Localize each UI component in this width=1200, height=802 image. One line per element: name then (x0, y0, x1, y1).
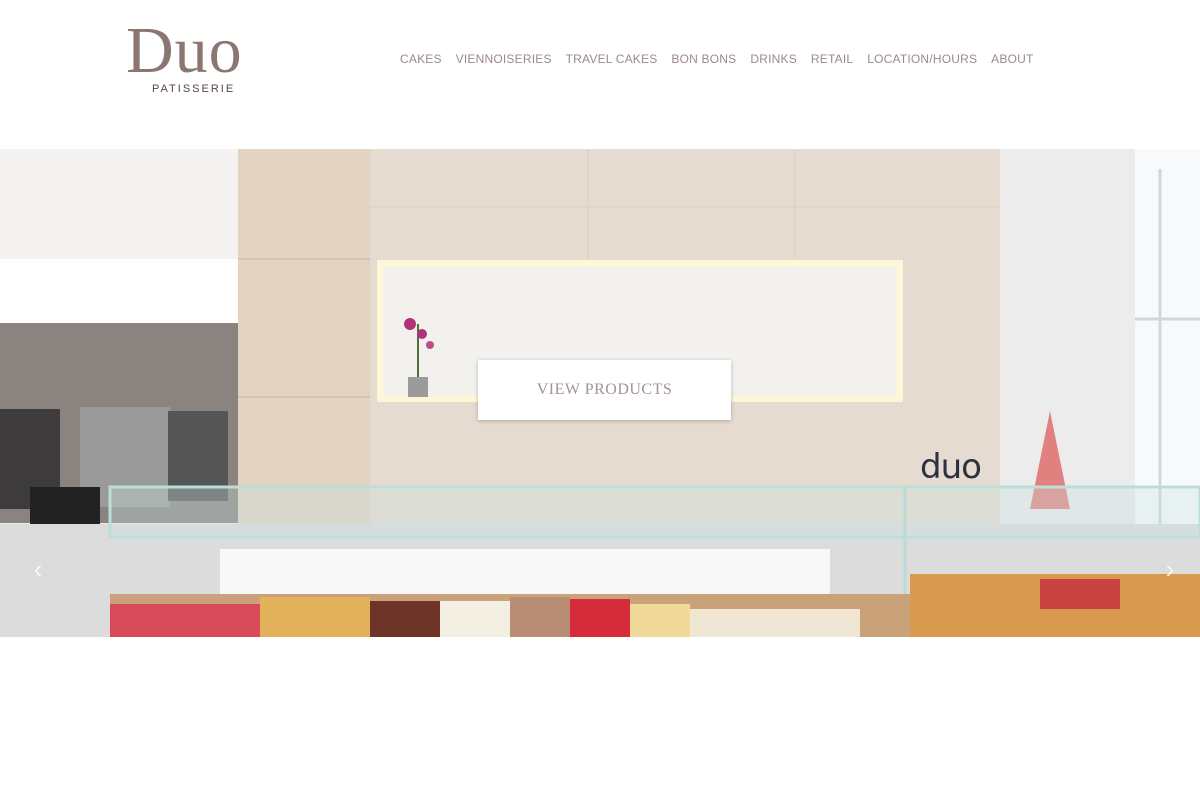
chevron-left-icon[interactable]: ‹ (28, 554, 48, 584)
nav-item-about[interactable]: ABOUT (991, 52, 1033, 66)
nav-item-cakes[interactable]: CAKES (400, 52, 442, 66)
nav-item-bon-bons[interactable]: BON BONS (671, 52, 736, 66)
nav-item-travel-cakes[interactable]: TRAVEL CAKES (566, 52, 658, 66)
logo-wordmark: Duo (126, 14, 243, 87)
chevron-right-icon[interactable]: › (1160, 554, 1180, 584)
nav-item-drinks[interactable]: DRINKS (750, 52, 797, 66)
main-nav: CAKES VIENNOISERIES TRAVEL CAKES BON BON… (400, 52, 1048, 66)
site-header: Duo PATISSERIE CAKES VIENNOISERIES TRAVE… (0, 0, 1200, 148)
logo-link[interactable]: Duo PATISSERIE (126, 18, 276, 100)
duo-wall-sign: duo (920, 447, 982, 487)
logo-subtitle: PATISSERIE (152, 83, 236, 95)
nav-item-retail[interactable]: RETAIL (811, 52, 853, 66)
nav-item-location-hours[interactable]: LOCATION/HOURS (867, 52, 977, 66)
nav-item-viennoiseries[interactable]: VIENNOISERIES (456, 52, 552, 66)
view-products-button[interactable]: VIEW PRODUCTS (478, 360, 731, 420)
